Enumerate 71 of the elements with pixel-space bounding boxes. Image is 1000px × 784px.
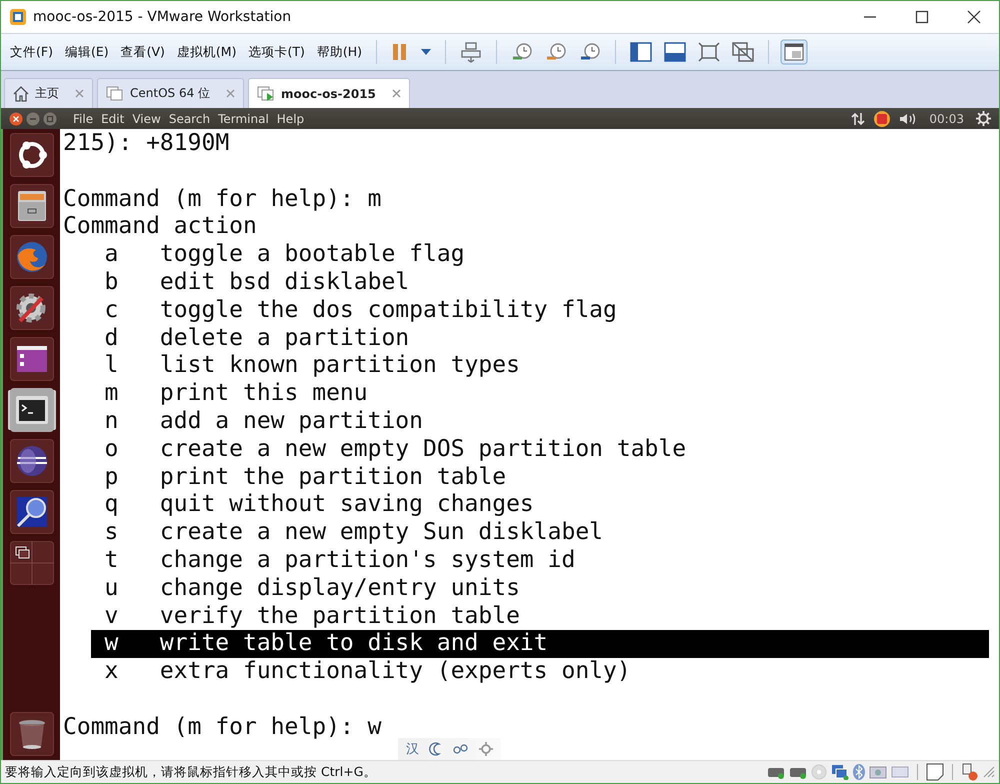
launcher-item[interactable] — [10, 184, 54, 228]
menu-option: v verify the partition table — [90, 602, 989, 630]
launcher-item[interactable] — [10, 712, 54, 756]
close-icon[interactable] — [9, 112, 23, 126]
launcher-item[interactable] — [10, 133, 54, 177]
console-view-icon[interactable] — [780, 39, 808, 65]
network-icon[interactable] — [460, 41, 482, 63]
terminal-line: 215): +8190M — [63, 130, 230, 156]
launcher-item[interactable] — [10, 541, 54, 585]
menu-option: t change a partition's system id — [90, 546, 989, 575]
caret-icon[interactable] — [421, 49, 432, 55]
menu-option: m print this menu — [90, 380, 989, 408]
menu-item[interactable]: 帮助(H) — [314, 44, 366, 60]
window-title: mooc-os-2015 - VMware Workstation — [33, 9, 292, 25]
menu-item[interactable]: Search — [168, 112, 210, 126]
launcher-item[interactable] — [10, 388, 54, 432]
menu-option: b edit bsd disklabel — [90, 268, 989, 297]
menu-item[interactable]: 文件(F) — [7, 44, 56, 60]
menu-option: c toggle the dos compatibility flag — [90, 296, 989, 325]
terminal-line: Command action — [63, 213, 257, 240]
menu-option: d delete a partition — [90, 324, 989, 352]
terminal-line: Command (m for help): m — [63, 186, 382, 212]
clock[interactable]: 00:03 — [929, 112, 964, 126]
bluetooth-icon[interactable] — [853, 764, 865, 780]
menu-option: a toggle a bootable flag — [90, 241, 989, 269]
note-icon[interactable] — [926, 763, 944, 781]
menu-item[interactable]: Edit — [101, 112, 124, 126]
menu-item[interactable]: 编辑(E) — [62, 44, 112, 60]
menu-option: q quit without saving changes — [90, 491, 989, 520]
menu-option: u change display/entry units — [90, 574, 989, 603]
network-arrows-icon[interactable] — [851, 112, 866, 126]
menu-option: x extra functionality (experts only) — [90, 658, 989, 686]
menu-item[interactable]: 选项卡(T) — [245, 44, 308, 60]
status-message: 要将输入定向到该虚拟机，请将鼠标指针移入其中或按 Ctrl+G。 — [5, 764, 376, 780]
launcher-item[interactable] — [10, 286, 54, 330]
fullscreen-icon[interactable] — [698, 42, 720, 62]
workspaces-icon — [10, 541, 54, 585]
launcher-item[interactable] — [10, 439, 54, 483]
sidebar-icon[interactable] — [630, 42, 652, 62]
terminal-line: Command (m for help): w — [63, 714, 382, 740]
menu-option: s create a new empty Sun disklabel — [90, 519, 989, 547]
network-adapter-icon[interactable] — [831, 764, 849, 780]
panel-icon[interactable] — [664, 42, 686, 62]
menu-item[interactable]: Terminal — [218, 112, 269, 126]
menu-option: w write table to disk and exit — [90, 630, 989, 658]
unity-off-icon[interactable] — [732, 42, 754, 62]
tab[interactable]: mooc-os-2015 — [248, 78, 410, 108]
tab[interactable]: CentOS 64 位 — [97, 78, 244, 108]
app-icon — [9, 8, 27, 26]
maximize-icon[interactable] — [915, 10, 929, 24]
volume-icon[interactable] — [899, 112, 918, 126]
close-icon[interactable] — [967, 10, 981, 24]
menu-item[interactable]: 查看(V) — [118, 44, 168, 60]
resize-grip-icon[interactable] — [983, 766, 995, 778]
menu-item[interactable]: 虚拟机(M) — [174, 44, 240, 60]
menu-item[interactable]: File — [73, 112, 94, 126]
vm-icon — [106, 86, 124, 102]
menu-option: l list known partition types — [90, 352, 989, 380]
input-mode[interactable]: 汉 — [406, 740, 419, 758]
moon-icon[interactable] — [429, 742, 443, 756]
menu-option: n add a new partition — [90, 408, 989, 436]
vm-icon — [257, 86, 276, 102]
menu-option: o create a new empty DOS partition table — [90, 436, 989, 464]
menu-item[interactable]: Help — [276, 112, 304, 126]
menu-item[interactable]: View — [132, 112, 161, 126]
tab[interactable]: 主页 — [4, 78, 93, 108]
home-icon — [13, 86, 29, 102]
message-alert-icon[interactable] — [961, 763, 979, 781]
launcher-item[interactable] — [10, 490, 54, 534]
menu-option: p print the partition table — [90, 464, 989, 492]
launcher-item[interactable] — [10, 337, 54, 381]
